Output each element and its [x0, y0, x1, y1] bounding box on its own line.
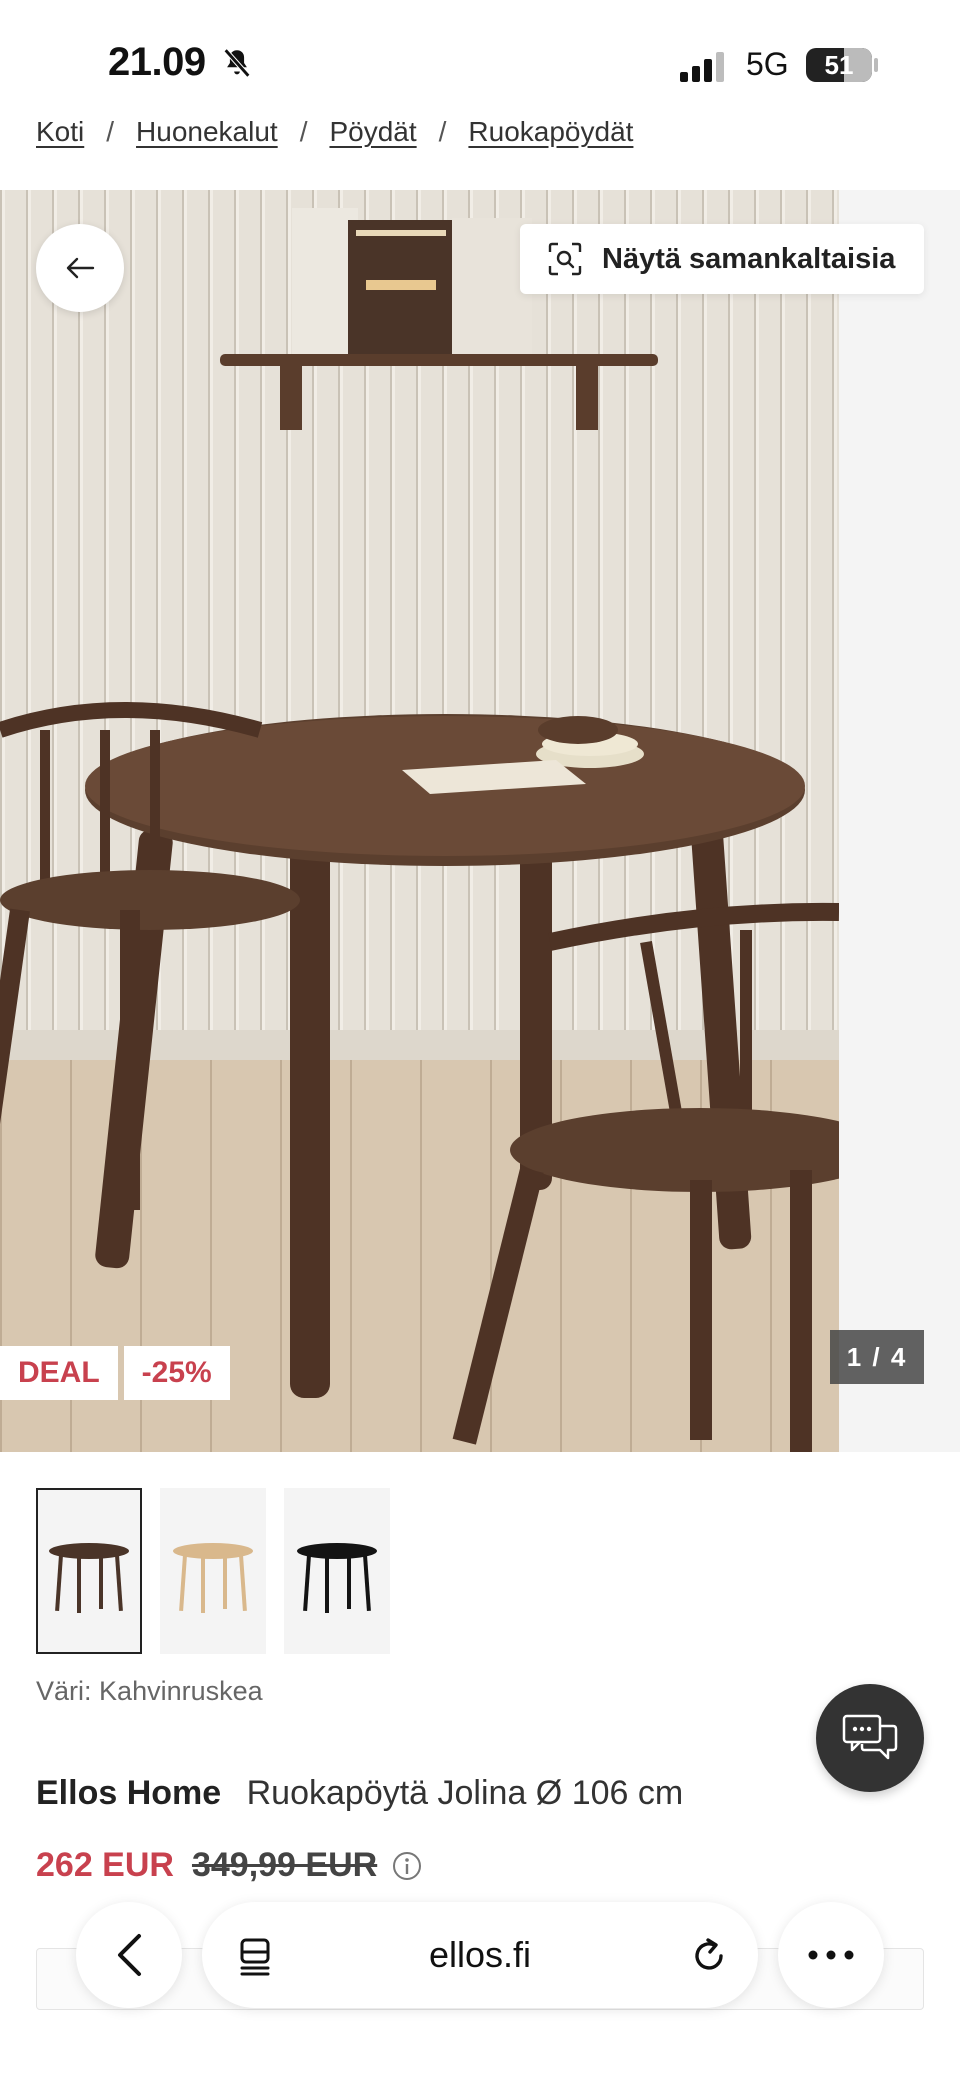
- browser-back-button[interactable]: [76, 1902, 182, 2008]
- breadcrumb-separator: /: [106, 116, 115, 147]
- product-brand[interactable]: Ellos Home: [36, 1774, 221, 1812]
- color-value: Kahvinruskea: [99, 1676, 263, 1706]
- selected-color: Väri: Kahvinruskea: [36, 1676, 263, 1707]
- status-time: 21.09: [108, 40, 206, 84]
- ellipsis-icon: [808, 1950, 854, 1960]
- back-button[interactable]: [36, 224, 124, 312]
- deal-badges: DEAL -25%: [0, 1346, 236, 1400]
- discount-badge: -25%: [123, 1346, 230, 1400]
- info-icon[interactable]: [391, 1850, 423, 1882]
- breadcrumb: Koti / Huonekalut / Pöydät / Ruokapöydät: [36, 112, 633, 152]
- breadcrumb-separator: /: [299, 116, 308, 147]
- network-label: 5G: [746, 46, 789, 82]
- address-domain: ellos.fi: [428, 1934, 532, 1975]
- product-photo[interactable]: [0, 190, 839, 1452]
- reload-icon[interactable]: [688, 1934, 730, 1976]
- signal-icon: [680, 52, 724, 82]
- breadcrumb-separator: /: [438, 116, 447, 147]
- bell-muted-icon: [223, 48, 251, 78]
- image-counter: 1 / 4: [830, 1330, 924, 1384]
- chevron-left-icon: [118, 1934, 141, 1976]
- thumbnail-kahvinruskea[interactable]: [36, 1488, 142, 1654]
- more-options-button[interactable]: [778, 1902, 884, 2008]
- chat-button[interactable]: [816, 1684, 924, 1792]
- breadcrumb-ruokapoydat[interactable]: Ruokapöydät: [468, 116, 633, 148]
- price-original: 349,99 EUR: [191, 1846, 378, 1884]
- table-thumbnail-icon: [297, 1543, 377, 1613]
- color-thumbnails: [36, 1488, 408, 1654]
- status-bar: 21.09 5G 51: [0, 0, 960, 120]
- thumbnail-musta[interactable]: [284, 1488, 390, 1654]
- arrow-left-icon: [66, 257, 95, 279]
- table-thumbnail-icon: [173, 1543, 253, 1613]
- show-similar-button[interactable]: Näytä samankaltaisia: [520, 224, 924, 294]
- deal-badge: DEAL: [0, 1346, 118, 1400]
- product-gallery[interactable]: Näytä samankaltaisia DEAL -25% 1 / 4: [0, 190, 960, 1452]
- breadcrumb-poydat[interactable]: Pöydät: [329, 116, 416, 148]
- next-image-peek[interactable]: [839, 190, 960, 1452]
- table-thumbnail-icon: [49, 1543, 129, 1613]
- battery-tip: [874, 58, 878, 72]
- address-bar[interactable]: ellos.fi: [202, 1902, 758, 2008]
- price-current: 262 EUR: [36, 1846, 174, 1884]
- show-similar-label: Näytä samankaltaisia: [602, 242, 896, 275]
- battery-icon: 51: [806, 48, 872, 82]
- breadcrumb-koti[interactable]: Koti: [36, 116, 84, 148]
- visual-search-icon: [548, 242, 582, 276]
- product-name: Ruokapöytä Jolina Ø 106 cm: [246, 1774, 684, 1812]
- battery-level: 51: [824, 50, 854, 80]
- price-row: 262 EUR 349,99 EUR: [36, 1846, 423, 1885]
- product-title: Ellos Home Ruokapöytä Jolina Ø 106 cm: [36, 1774, 683, 1813]
- breadcrumb-huonekalut[interactable]: Huonekalut: [136, 116, 278, 148]
- thumbnail-tammi[interactable]: [160, 1488, 266, 1654]
- chat-icon: [842, 1714, 898, 1760]
- color-label: Väri:: [36, 1676, 92, 1706]
- browser-toolbar: ellos.fi: [0, 1890, 960, 2040]
